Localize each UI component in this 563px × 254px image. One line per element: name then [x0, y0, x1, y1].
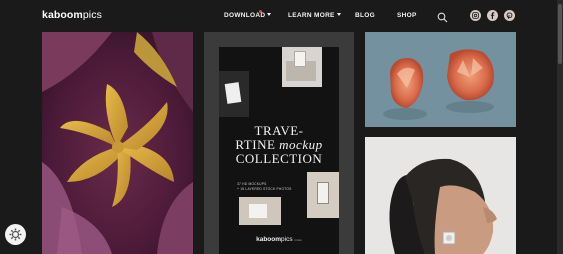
poster-title-line1: TRAVE- [254, 123, 304, 138]
poster-logo-bold: kaboom [256, 236, 282, 243]
woman-portrait-image [365, 137, 516, 254]
poster-title-line2-a: RTINE [235, 137, 280, 152]
nav-blog[interactable]: BLOG [355, 12, 375, 19]
nav-learn-more-label: LEARN MORE [288, 12, 335, 19]
poster-logo: kaboompics mmm [219, 236, 339, 243]
poster-logo-light: pics [281, 236, 293, 243]
orange-halves-image [365, 32, 516, 127]
iris-flower-photo[interactable] [42, 32, 193, 254]
nav-download-label: DOWNLOAD [224, 12, 266, 19]
gear-icon [9, 228, 22, 241]
chevron-down-icon [336, 13, 341, 16]
mockup-poster: TRAVE- RTINE mockup COLLECTION 37 HD MOC… [219, 47, 339, 254]
cookie-settings-button[interactable] [5, 224, 26, 245]
nav-learn-more[interactable]: LEARN MORE [288, 12, 341, 19]
chevron-down-icon [267, 13, 272, 16]
logo-bold-text: kaboom [42, 9, 83, 21]
poster-logo-suffix: mmm [294, 238, 302, 242]
new-indicator-dot [259, 10, 262, 13]
poster-subtitle-line2: + 15 LAYERED STOCK PHOTOS [237, 187, 292, 191]
mockup-photo-phone [307, 172, 339, 218]
search-icon[interactable] [437, 10, 448, 23]
pinterest-icon[interactable] [504, 10, 515, 21]
woman-portrait-photo[interactable] [365, 137, 516, 254]
scrollbar-thumb[interactable] [558, 4, 562, 64]
poster-subtitle: 37 HD MOCKUPS + 15 LAYERED STOCK PHOTOS [237, 182, 292, 192]
site-header: kaboompics DOWNLOAD LEARN MORE BLOG SHOP [0, 0, 563, 30]
poster-title-line3: COLLECTION [235, 151, 323, 166]
logo-light-text: pics [82, 9, 102, 21]
poster-title-line2-italic: mockup [279, 137, 323, 152]
travertine-mockup-card[interactable]: TRAVE- RTINE mockup COLLECTION 37 HD MOC… [204, 32, 354, 254]
facebook-icon[interactable] [487, 10, 498, 21]
poster-title-line2: RTINE mockup [219, 138, 339, 152]
page-scrollbar[interactable] [557, 0, 563, 254]
mockup-photo-card [219, 71, 249, 117]
mockup-photo-table [239, 197, 281, 225]
nav-shop[interactable]: SHOP [397, 12, 417, 19]
nav-download[interactable]: DOWNLOAD [224, 12, 272, 19]
orange-halves-photo[interactable] [365, 32, 516, 127]
site-logo[interactable]: kaboompics [42, 9, 102, 21]
mockup-photo-chair [282, 47, 322, 87]
instagram-icon[interactable] [470, 10, 481, 21]
iris-flower-image [42, 32, 193, 254]
